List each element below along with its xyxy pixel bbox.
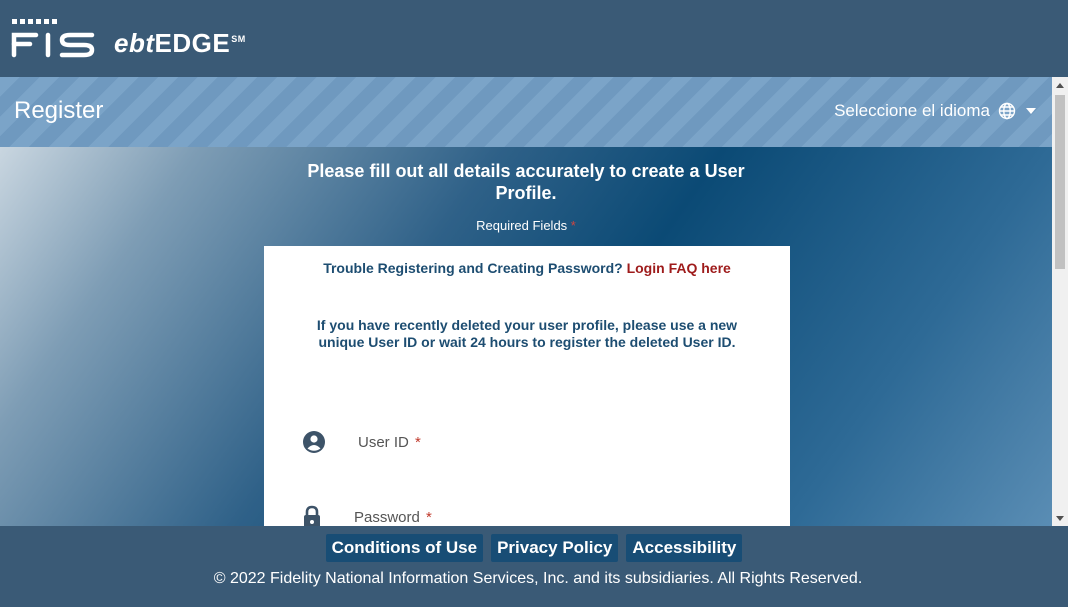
trouble-registering: Trouble Registering and Creating Passwor… bbox=[323, 260, 731, 276]
privacy-policy-link[interactable]: Privacy Policy bbox=[491, 534, 619, 562]
password-field[interactable]: Password * bbox=[302, 504, 432, 526]
footer-links: Conditions of Use Privacy Policy Accessi… bbox=[0, 534, 1068, 562]
intro-title: Please fill out all details accurately t… bbox=[307, 161, 745, 203]
conditions-of-use-link[interactable]: Conditions of Use bbox=[325, 534, 484, 562]
fis-logo-mark bbox=[11, 19, 95, 58]
user-id-field[interactable]: User ID * bbox=[302, 430, 421, 454]
caret-up-icon bbox=[1056, 82, 1064, 88]
page-footer: Conditions of Use Privacy Policy Accessi… bbox=[0, 526, 1068, 607]
scroll-up-button[interactable] bbox=[1052, 77, 1068, 93]
copyright: © 2022 Fidelity National Information Ser… bbox=[213, 570, 863, 587]
page-scrollbar[interactable] bbox=[1052, 77, 1068, 526]
required-fields-note: Required Fields * bbox=[476, 218, 576, 233]
scroll-down-button[interactable] bbox=[1052, 510, 1068, 526]
caret-down-icon bbox=[1056, 515, 1064, 521]
user-id-label: User ID * bbox=[358, 433, 421, 451]
globe-icon bbox=[998, 102, 1016, 120]
main-content: Please fill out all details accurately t… bbox=[0, 147, 1052, 526]
login-faq-link[interactable]: Login FAQ here bbox=[627, 260, 731, 276]
language-selector[interactable]: Seleccione el idioma bbox=[834, 101, 1036, 121]
register-bar: Register Seleccione el idioma bbox=[0, 77, 1052, 147]
chevron-down-icon bbox=[1026, 108, 1036, 114]
register-card: Trouble Registering and Creating Passwor… bbox=[264, 246, 790, 526]
scrollbar-thumb[interactable] bbox=[1055, 95, 1065, 269]
user-circle-icon bbox=[303, 431, 325, 453]
password-label: Password * bbox=[354, 508, 432, 526]
ebtedge-wordmark: ebtEDGESM bbox=[114, 27, 246, 58]
page-title: Register bbox=[14, 97, 104, 124]
deleted-profile-notice: If you have recently deleted your user p… bbox=[316, 317, 738, 350]
fis-logo[interactable]: ebtEDGESM bbox=[10, 17, 246, 61]
intro: Please fill out all details accurately t… bbox=[0, 160, 1052, 233]
accessibility-link[interactable]: Accessibility bbox=[626, 534, 743, 562]
lock-icon bbox=[304, 505, 320, 526]
language-label: Seleccione el idioma bbox=[834, 101, 990, 120]
top-header: ebtEDGESM bbox=[0, 0, 1068, 77]
